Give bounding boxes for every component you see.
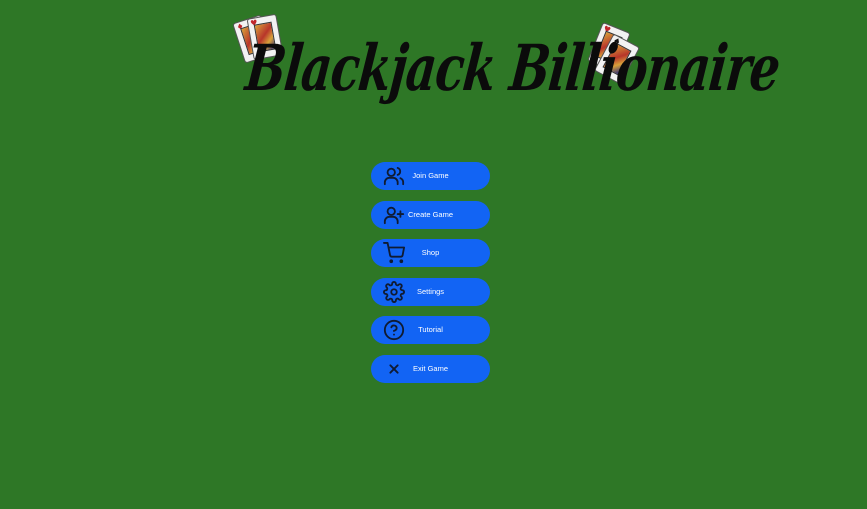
settings-label: Settings <box>416 286 445 296</box>
create-game-label: Create Game <box>407 209 454 219</box>
shop-label: Shop <box>421 248 440 257</box>
tutorial-label: Tutorial <box>418 325 443 334</box>
settings-button[interactable]: Settings <box>371 277 490 306</box>
game-logo: ♦ ♥ ♥ ♠ Blackjack Billionaire <box>232 13 783 124</box>
exit-game-button[interactable]: Exit Game <box>371 354 490 383</box>
join-game-label: Join Game <box>412 171 449 180</box>
main-menu: Join Game Create Game Shop Settings Tuto… <box>371 162 490 393</box>
exit-game-label: Exit Game <box>412 363 448 373</box>
join-game-button[interactable]: Join Game <box>371 162 490 190</box>
shop-button[interactable]: Shop <box>371 239 490 267</box>
create-game-button[interactable]: Create Game <box>371 200 490 229</box>
game-title: Blackjack Billionaire <box>242 32 783 107</box>
tutorial-button[interactable]: Tutorial <box>371 316 490 344</box>
